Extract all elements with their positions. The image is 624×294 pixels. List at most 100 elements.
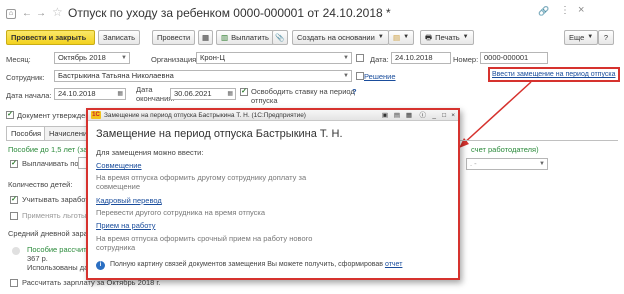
number-label: Номер: [453,55,479,64]
approved-checkbox[interactable]: ✓ [6,111,14,119]
employee-open-checkbox[interactable] [356,72,364,80]
chevron-down-icon[interactable]: ▼ [539,159,545,169]
popup-save-icon[interactable]: ▣ [382,110,388,121]
allowance-calculated-label: Пособие рассчита [27,245,91,254]
popup-zoom-icon[interactable]: ⓘ [420,110,427,121]
tab-benefits[interactable]: Пособия [6,126,47,140]
info-icon [12,247,20,255]
forward-icon[interactable]: → [36,8,46,19]
pay-icon: ▥ [221,33,229,42]
chevron-down-icon[interactable]: ▼ [343,71,349,81]
apply-benefits-checkbox[interactable] [10,212,18,220]
hiring-desc: На время отпуска оформить срочный прием … [96,234,313,252]
free-rate-label-1: Освободить ставку на период [251,87,355,96]
save-button[interactable]: Записать [98,30,141,45]
popup-intro: Для замещения можно ввести: [96,148,204,157]
help-button[interactable]: ? [598,30,614,45]
month-value: Октябрь 2018 [58,53,106,62]
org-link-checkbox[interactable] [356,54,364,62]
report-icon: ▤ [393,33,401,42]
employer-account-label: счет работодателя) [471,145,539,154]
personnel-transfer-link[interactable]: Кадровый перевод [96,196,162,205]
close-window-icon[interactable]: × [578,4,584,16]
popup-maximize-icon[interactable]: □ [442,110,446,121]
pay-button[interactable]: ▥ Выплатить [216,30,274,45]
consider-earnings-checkbox[interactable]: ✓ [10,196,18,204]
number-field[interactable]: 0000-000001 [480,52,548,64]
organization-label: Организация: [151,55,199,64]
approved-label: Документ утвержден [17,111,90,120]
chevron-down-icon: ▼ [587,34,594,40]
chevron-down-icon[interactable]: ▼ [343,53,349,63]
chevron-down-icon[interactable]: ▼ [121,53,127,63]
back-icon[interactable]: ← [22,8,32,19]
popup-titlebar-text: Замещение на период отпуска Бастрыкина Т… [104,112,306,119]
link-icon[interactable]: 🔗 [538,6,549,17]
arrow-pointer [459,81,532,148]
chevron-down-icon: ▼ [403,34,410,40]
post-and-close-button[interactable]: Провести и закрыть [6,30,95,45]
printer-icon: 🖶 [425,33,433,42]
date-label: Дата: [370,55,389,64]
start-date-value: 24.10.2018 [58,89,96,98]
popup-footer-text: Полную картину связей документов замещен… [110,261,383,268]
favorite-star-icon[interactable]: ☆ [52,5,63,19]
pay-to-label: Выплачивать по [22,159,79,168]
popup-calc-icon[interactable]: ▤ [394,110,400,121]
post-button[interactable]: Провести [152,30,196,45]
popup-titlebar: 1С Замещение на период отпуска Бастрыкин… [88,110,458,121]
side-field[interactable]: . - ▼ [466,158,548,170]
employee-label: Сотрудник: [6,73,45,82]
benefits-heading: Пособие до 1,5 лет (за [8,145,88,154]
app-logo-icon: 1С [91,111,101,119]
popup-calendar-icon[interactable]: ▦ [406,110,412,121]
chevron-down-icon: ▼ [377,34,384,40]
month-field[interactable]: Октябрь 2018 ▼ [54,52,130,64]
consider-earnings-label: Учитывать заработ [22,195,89,204]
popup-close-icon[interactable]: × [451,110,455,121]
organization-field[interactable]: Крон-Ц ▼ [196,52,352,64]
personnel-transfer-desc: Перевести другого сотрудника на время от… [96,208,266,217]
children-label: Количество детей: [8,180,73,189]
print-button[interactable]: 🖶 Печать ▼ [420,30,474,45]
attach-button[interactable]: 📎 [272,30,288,45]
calendar-icon[interactable]: ▦ [117,89,123,99]
avg-earnings-label: Средний дневной зарабо [8,229,97,238]
paperclip-icon: 📎 [275,33,285,42]
more-button[interactable]: Еще ▼ [564,30,599,45]
end-date-value: 30.06.2021 [174,89,212,98]
start-date-label: Дата начала: [6,91,52,100]
chevron-down-icon: ▼ [462,34,469,40]
pay-label: Выплатить [231,33,269,42]
create-based-button[interactable]: Создать на основании ▼ [292,30,389,45]
free-rate-label-2: отпуска [251,96,278,105]
employee-field[interactable]: Бастрыкина Татьяна Николаевна ▼ [54,70,352,82]
combination-link[interactable]: Совмещение [96,161,142,170]
report-link[interactable]: отчет [385,261,402,268]
combination-desc: На время отпуска оформить другому сотруд… [96,173,307,191]
report-button[interactable]: ▤ ▼ [388,30,415,45]
more-label: Еще [569,33,585,42]
replacement-popup: 1С Замещение на период отпуска Бастрыкин… [86,108,460,280]
hiring-link[interactable]: Прием на работу [96,221,155,230]
decision-link[interactable]: Решение [364,72,396,81]
recalc-checkbox[interactable] [10,279,18,287]
start-date-field[interactable]: 24.10.2018 ▦ [54,88,126,100]
home-icon[interactable]: ⌂ [6,9,16,19]
free-rate-help[interactable]: ? [352,87,357,96]
more-vert-icon[interactable]: ⋮ [560,5,570,16]
print-label: Печать [435,33,460,42]
popup-minimize-icon[interactable]: _ [432,110,436,121]
end-date-field[interactable]: 30.06.2021 ▦ [170,88,236,100]
free-rate-checkbox[interactable]: ✓ [240,88,248,96]
allowance-amount: 367 р. [27,254,48,263]
calendar-icon[interactable]: ▦ [227,89,233,99]
create-based-label: Создать на основании [297,33,375,42]
date-field[interactable]: 24.10.2018 [391,52,451,64]
grid-icon[interactable]: ▦ [198,30,213,45]
apply-benefits-label: Применять льготы [22,211,87,220]
organization-value: Крон-Ц [200,53,225,62]
pay-to-checkbox[interactable]: ✓ [10,160,18,168]
end-date-label-2: окончания: [136,94,175,103]
end-date-label-1: Дата [136,85,153,94]
